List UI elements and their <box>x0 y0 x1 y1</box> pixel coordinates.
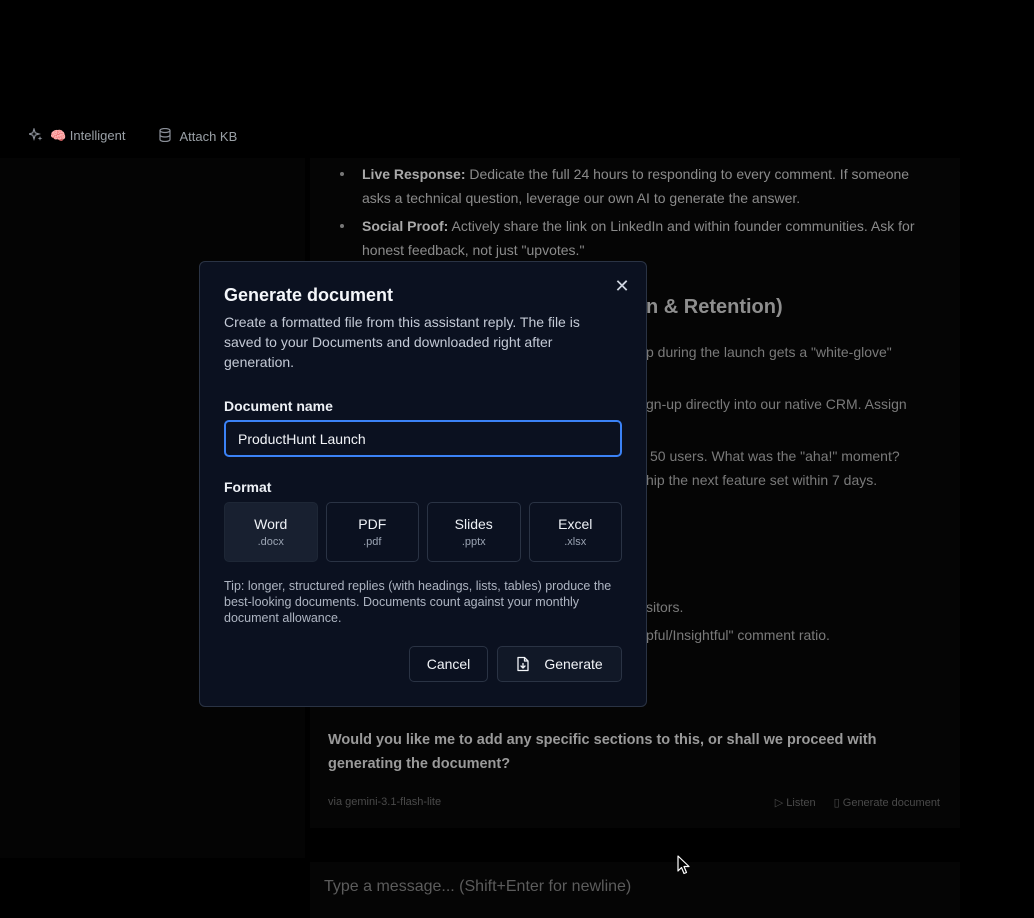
format-extension: .xlsx <box>564 536 587 548</box>
format-option-word[interactable]: Word .docx <box>224 502 318 562</box>
bullet-title: Social Proof: <box>362 218 449 234</box>
generate-document-link[interactable]: ▯ Generate document <box>834 796 940 809</box>
document-name-input[interactable] <box>224 420 622 457</box>
mode-label: 🧠 Intelligent <box>50 128 126 143</box>
tip-text: Tip: longer, structured replies (with he… <box>224 579 612 625</box>
generate-document-label: Generate document <box>842 797 940 809</box>
mouse-cursor-icon <box>677 855 690 875</box>
document-name-label: Document name <box>224 398 333 414</box>
format-name: Slides <box>454 516 493 532</box>
file-download-icon <box>517 656 529 672</box>
model-tag: via gemini-3.1-flash-lite <box>328 796 442 808</box>
format-name: Excel <box>558 516 593 532</box>
assistant-question: Would you like me to add any specific se… <box>328 732 877 772</box>
message-footer: via gemini-3.1-flash-lite ▷ Listen ▯ Gen… <box>328 796 940 809</box>
document-icon: ▯ <box>833 797 843 809</box>
message-line: 50 users. What was the "aha!" moment? <box>650 448 900 464</box>
dialog-title: Generate document <box>224 285 394 305</box>
generate-document-dialog: ✕ Generate document Create a formatted f… <box>199 261 647 707</box>
message-composer[interactable]: Type a message... (Shift+Enter for newli… <box>310 862 960 918</box>
message-line: p during the launch gets a "white-glove" <box>646 344 892 360</box>
listen-label: Listen <box>786 797 816 809</box>
message-bullet-list: Live Response: Dedicate the full 24 hour… <box>340 162 922 266</box>
list-item: Social Proof: Actively share the link on… <box>340 214 922 262</box>
composer-placeholder: Type a message... (Shift+Enter for newli… <box>324 878 632 895</box>
format-extension: .pdf <box>363 536 382 548</box>
cancel-button[interactable]: Cancel <box>409 646 488 682</box>
format-extension: .docx <box>257 536 284 548</box>
attach-kb-label: Attach KB <box>179 128 238 144</box>
listen-button[interactable]: ▷ Listen <box>775 796 816 809</box>
dialog-actions: Cancel Generate <box>409 646 622 682</box>
format-extension: .pptx <box>461 536 486 548</box>
list-item: Live Response: Dedicate the full 24 hour… <box>340 162 922 210</box>
format-option-slides[interactable]: Slides .pptx <box>427 502 521 562</box>
play-icon: ▷ <box>774 797 787 809</box>
chat-toolbar: 🧠 Intelligent Attach KB <box>27 125 238 147</box>
format-option-excel[interactable]: Excel .xlsx <box>528 502 622 562</box>
attach-kb-button[interactable]: Attach KB <box>157 127 238 145</box>
format-option-pdf[interactable]: PDF .pdf <box>325 502 419 562</box>
generate-label: Generate <box>544 656 603 672</box>
message-line: sitors. <box>646 599 684 615</box>
message-line: pful/Insightful" comment ratio. <box>646 627 830 643</box>
section-heading: n & Retention) <box>646 296 783 318</box>
generate-button[interactable]: Generate <box>497 646 622 682</box>
message-actions: ▷ Listen ▯ Generate document <box>775 796 940 809</box>
format-name: Word <box>254 516 288 532</box>
bullet-title: Live Response: <box>362 166 466 182</box>
message-line: gn-up directly into our native CRM. Assi… <box>646 396 907 412</box>
format-options: Word .docx PDF .pdf Slides .pptx Excel .… <box>224 502 622 562</box>
dialog-description: Create a formatted file from this assist… <box>224 314 580 370</box>
mode-selector[interactable]: 🧠 Intelligent <box>27 126 126 145</box>
sparkles-icon <box>27 126 44 145</box>
close-icon[interactable]: ✕ <box>614 277 630 295</box>
database-icon <box>157 127 173 145</box>
message-line: hip the next feature set within 7 days. <box>646 472 878 488</box>
format-name: PDF <box>358 516 387 532</box>
format-label: Format <box>224 479 272 495</box>
